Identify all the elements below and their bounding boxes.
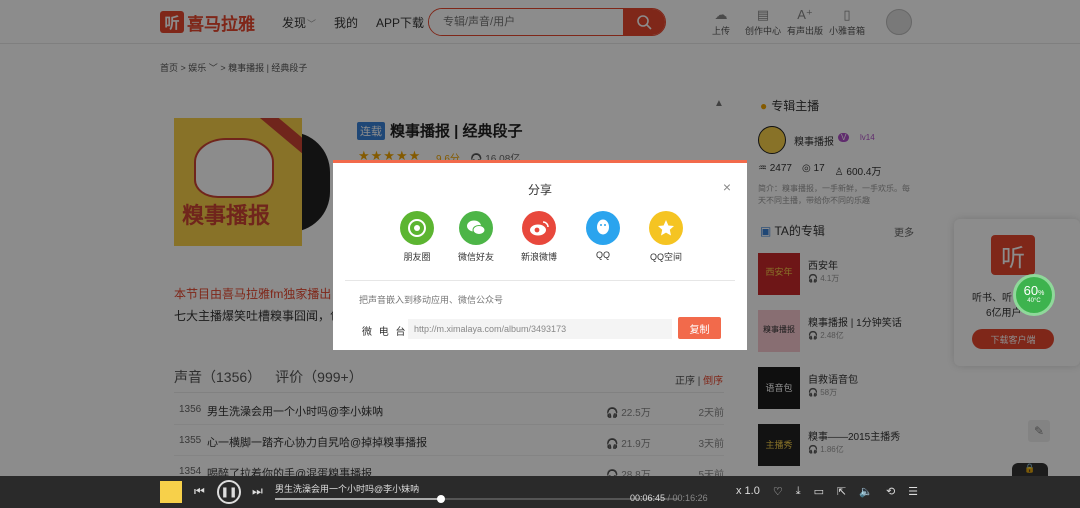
pause-button[interactable]: ❚❚ bbox=[217, 480, 241, 504]
playback-time: 00:06:45 / 00:16:26 bbox=[630, 493, 708, 503]
share-qzone-button[interactable]: QQ空间 bbox=[636, 211, 696, 263]
copy-button[interactable]: 复制 bbox=[678, 317, 721, 339]
share-moments-button[interactable]: 朋友圈 bbox=[387, 211, 447, 263]
share-wechat-button[interactable]: 微信好友 bbox=[446, 211, 506, 263]
cpu-usage-widget[interactable]: 60% 40°C bbox=[1013, 274, 1055, 316]
embed-hint: 把声音嵌入到移动应用、微信公众号 bbox=[359, 295, 504, 305]
share-qq-button[interactable]: QQ bbox=[573, 211, 633, 260]
progress-bar[interactable] bbox=[275, 495, 679, 503]
current-time: 00:06:45 bbox=[630, 493, 666, 503]
share-wechat-label: 微信好友 bbox=[457, 252, 494, 262]
playback-speed[interactable]: x 1.0 bbox=[736, 485, 760, 498]
share-weibo-button[interactable]: 新浪微博 bbox=[509, 211, 569, 263]
cpu-percent-value: 60 bbox=[1023, 283, 1039, 298]
micro-radio-label: 微 电 台 bbox=[362, 327, 408, 338]
cpu-temp: 40°C bbox=[1027, 298, 1041, 304]
share-icon[interactable]: ⇱ bbox=[837, 485, 846, 498]
share-url-field[interactable] bbox=[408, 319, 672, 339]
volume-icon[interactable]: 🔈 bbox=[859, 485, 873, 498]
audio-player-bar: ⏮ ❚❚ ⏭ 男生洗澡会用一个小时吗@李小妹呐 00:06:45 / 00:16… bbox=[0, 476, 1080, 508]
comment-icon[interactable]: ▭ bbox=[814, 485, 824, 498]
progress-handle[interactable] bbox=[436, 495, 445, 503]
favorite-icon[interactable]: ♡ bbox=[773, 485, 783, 498]
share-divider bbox=[345, 280, 735, 281]
cpu-percent: 60% bbox=[1016, 283, 1052, 298]
previous-track-icon[interactable]: ⏮ bbox=[194, 484, 205, 499]
qq-icon bbox=[586, 211, 620, 245]
share-dialog: 分享 × 朋友圈 微信好友 新浪微博 QQ QQ空间 把声音嵌入到移动应用、微信… bbox=[333, 160, 747, 350]
now-playing-thumb[interactable] bbox=[160, 481, 182, 503]
share-dialog-title: 分享 bbox=[527, 183, 552, 197]
share-weibo-label: 新浪微博 bbox=[520, 252, 557, 262]
playlist-icon[interactable]: ☰ bbox=[908, 485, 918, 498]
share-qzone-label: QQ空间 bbox=[649, 252, 682, 262]
loop-icon[interactable]: ⟲ bbox=[886, 485, 895, 498]
qzone-icon bbox=[649, 211, 683, 245]
share-moments-label: 朋友圈 bbox=[403, 252, 431, 262]
close-icon[interactable]: × bbox=[723, 179, 731, 195]
total-time: / 00:16:26 bbox=[665, 493, 708, 503]
download-icon[interactable]: ⤓ bbox=[796, 485, 801, 498]
moments-icon bbox=[400, 211, 434, 245]
cpu-percent-unit: % bbox=[1038, 290, 1045, 297]
weibo-icon bbox=[522, 211, 556, 245]
now-playing-title: 男生洗澡会用一个小时吗@李小妹呐 bbox=[275, 484, 420, 494]
next-track-icon[interactable]: ⏭ bbox=[252, 484, 263, 499]
wechat-icon bbox=[459, 211, 493, 245]
player-tools: x 1.0 ♡ ⤓ ▭ ⇱ 🔈 ⟲ ☰ bbox=[736, 485, 918, 498]
share-qq-label: QQ bbox=[595, 250, 610, 260]
progress-fill bbox=[275, 498, 441, 500]
